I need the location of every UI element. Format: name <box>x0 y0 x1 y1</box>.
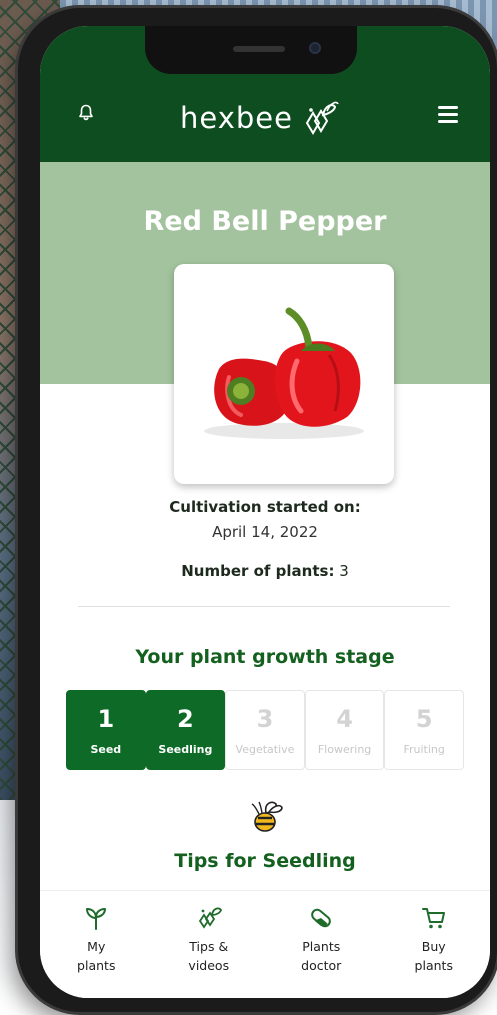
stage-flowering[interactable]: 4 Flowering <box>304 690 385 770</box>
nav-label: My plants <box>77 939 116 973</box>
sprout-icon <box>86 908 107 930</box>
stage-number: 2 <box>177 704 194 733</box>
bottom-navigation: My plants Tips & videos Plants doctor Bu… <box>40 890 490 998</box>
stage-name: Vegetative <box>235 742 295 756</box>
stage-seed[interactable]: 1 Seed <box>66 690 146 770</box>
nav-label: Buy plants <box>414 939 453 973</box>
nav-buy-plants[interactable]: Buy plants <box>378 891 491 998</box>
bee-icon <box>198 907 222 929</box>
tips-title: Tips for Seedling <box>174 850 356 872</box>
stage-number: 1 <box>97 704 115 733</box>
stage-name: Flowering <box>317 742 372 756</box>
bell-pepper-image <box>204 307 364 439</box>
plant-count-label: Number of plants: <box>181 562 335 580</box>
brand-logo[interactable]: hexbee <box>180 98 339 138</box>
plant-count-value: 3 <box>339 562 349 580</box>
cultivation-started-date: April 14, 2022 <box>212 523 318 541</box>
stage-number: 3 <box>256 704 274 733</box>
bell-icon[interactable] <box>78 104 94 122</box>
bee-icon <box>250 798 284 834</box>
growth-stage-title: Your plant growth stage <box>135 646 395 668</box>
phone-frame: hexbee Red Bell Pepper Cultivation start… <box>18 8 497 1012</box>
nav-label: Plants doctor <box>301 939 342 973</box>
cart-icon <box>421 908 445 929</box>
plant-image-card[interactable] <box>174 264 394 484</box>
plant-count-row: Number of plants: 3 <box>40 562 490 580</box>
stage-seedling[interactable]: 2 Seedling <box>145 690 226 770</box>
speaker-grille <box>233 46 285 52</box>
pill-icon <box>311 908 332 928</box>
nav-plants-doctor[interactable]: Plants doctor <box>265 891 378 998</box>
front-camera <box>309 42 321 54</box>
stage-number: 4 <box>336 704 353 733</box>
stage-name: Fruiting <box>403 742 445 756</box>
phone-notch <box>145 26 357 74</box>
hamburger-menu-icon[interactable] <box>438 106 458 123</box>
growth-stage-selector: 1 Seed 2 Seedling 3 Vegetative 4 Floweri… <box>66 690 464 770</box>
nav-tips-videos[interactable]: Tips & videos <box>153 891 266 998</box>
nav-my-plants[interactable]: My plants <box>40 891 153 998</box>
stage-vegetative[interactable]: 3 Vegetative <box>225 690 305 770</box>
stage-name: Seed <box>90 742 122 756</box>
plant-title: Red Bell Pepper <box>143 206 387 237</box>
stage-name: Seedling <box>158 742 213 756</box>
cultivation-started-label: Cultivation started on: <box>169 498 361 516</box>
brand-name: hexbee <box>180 101 293 135</box>
bee-logo-icon <box>305 101 339 135</box>
app-screen: hexbee Red Bell Pepper Cultivation start… <box>40 26 490 998</box>
stage-number: 5 <box>415 704 433 733</box>
stage-fruiting[interactable]: 5 Fruiting <box>384 690 464 770</box>
section-divider <box>78 606 450 607</box>
nav-label: Tips & videos <box>188 939 230 973</box>
